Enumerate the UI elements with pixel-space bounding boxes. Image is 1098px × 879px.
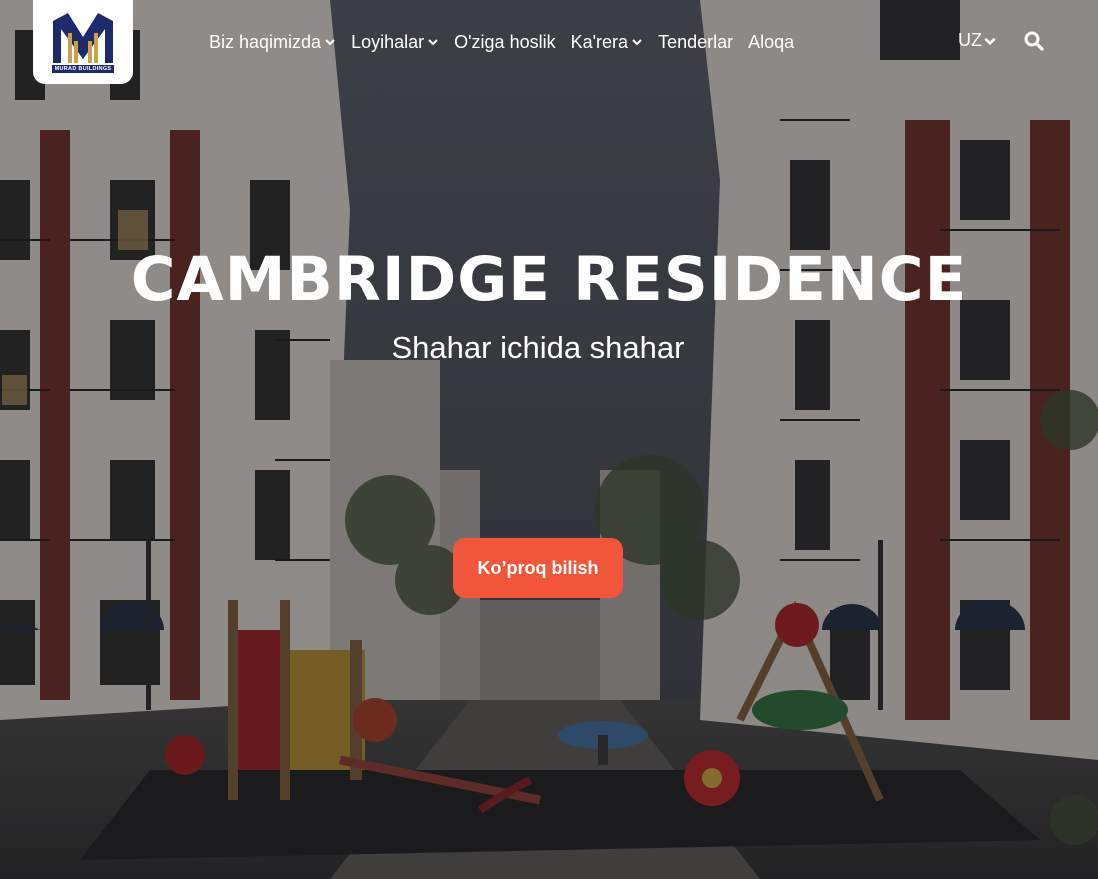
nav-item-contact[interactable]: Aloqa (748, 32, 794, 53)
nav-item-label: Aloqa (748, 31, 795, 52)
nav-item-projects[interactable]: Loyihalar (351, 32, 439, 53)
search-icon[interactable] (1024, 31, 1044, 51)
hero-dark-overlay (0, 0, 1098, 879)
nav-item-label: Biz haqimizda (209, 31, 322, 52)
learn-more-button[interactable]: Ko’proq bilish (453, 538, 623, 598)
hero-subtitle: Shahar ichida shahar (391, 330, 685, 365)
nav-item-features[interactable]: O'ziga hoslik (454, 32, 555, 53)
nav-item-tenders[interactable]: Tenderlar (658, 32, 733, 53)
nav-item-about[interactable]: Biz haqimizda (209, 32, 336, 53)
brand-logo[interactable]: MURAD BUILDINGS (33, 0, 133, 84)
nav-item-label: Ka'rera (570, 31, 629, 52)
nav-item-label: Loyihalar (351, 31, 425, 52)
chevron-down-icon (325, 39, 335, 46)
hero-section: MURAD BUILDINGS Biz haqimizda Loyihalar … (0, 0, 1098, 879)
main-navigation: Biz haqimizda Loyihalar O'ziga hoslik Ka… (209, 28, 809, 56)
language-label: UZ (958, 30, 982, 50)
language-selector[interactable]: UZ (958, 30, 997, 51)
hero-title: CAMBRIDGE RESIDENCE (130, 244, 968, 315)
chevron-down-icon (984, 37, 996, 45)
logo-icon (53, 13, 113, 63)
nav-item-career[interactable]: Ka'rera (571, 32, 643, 53)
chevron-down-icon (428, 39, 438, 46)
nav-item-label: Tenderlar (658, 31, 734, 52)
chevron-down-icon (632, 39, 642, 46)
logo-text: MURAD BUILDINGS (51, 65, 115, 73)
nav-item-label: O'ziga hoslik (454, 31, 556, 52)
